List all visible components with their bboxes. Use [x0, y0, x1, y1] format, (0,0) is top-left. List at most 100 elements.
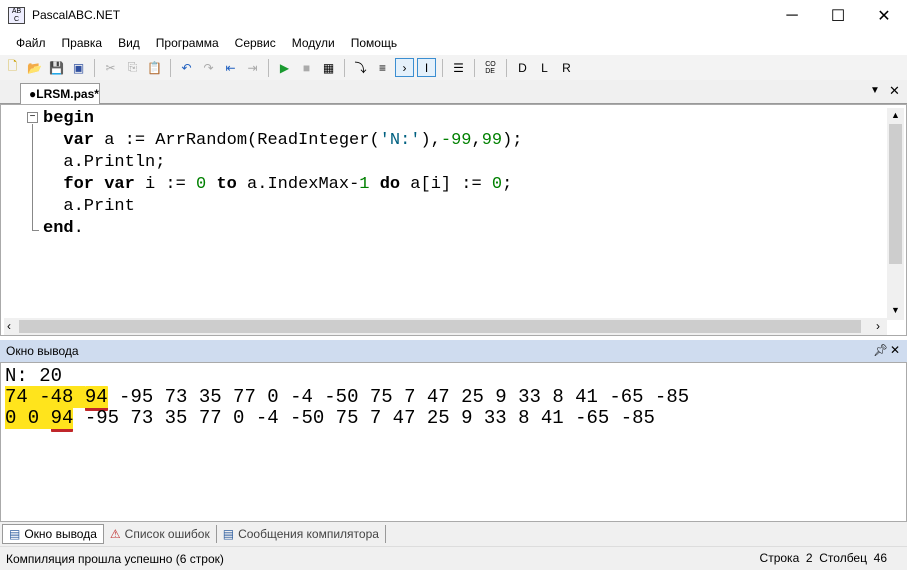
toolbar-separator [94, 58, 95, 77]
compiler-messages-icon: ▤ [222, 527, 235, 541]
scroll-left-icon[interactable]: ‹ [7, 319, 11, 333]
number-literal: 99 [481, 131, 503, 150]
new-file-icon[interactable]: 🗋 [3, 58, 22, 77]
output-panel-title: Окно вывода [6, 344, 79, 358]
tab-output-window[interactable]: ▤ Окно вывода [2, 524, 104, 544]
code-editor[interactable]: − begin var a := ArrRandom(ReadInteger('… [0, 104, 907, 336]
output-prompt: N: 20 [5, 365, 63, 387]
window-title: PascalABC.NET [32, 8, 121, 22]
fold-collapse-icon[interactable]: − [27, 112, 38, 123]
menu-help[interactable]: Помощь [343, 36, 405, 50]
code-token: ; [502, 175, 513, 194]
keyword: var [63, 131, 95, 150]
editor-vertical-scroll-thumb[interactable] [889, 124, 902, 264]
toolbar-separator [268, 58, 269, 77]
unindent-icon[interactable]: ⇤ [221, 58, 240, 77]
save-icon[interactable]: 💾 [47, 58, 66, 77]
console-icon[interactable]: › [395, 58, 414, 77]
keyword: do [379, 175, 401, 194]
output-values: -95 73 35 77 0 -4 -50 75 7 47 25 9 33 8 … [107, 386, 690, 408]
output-line-2: 0 0 94 -95 73 35 77 0 -4 -50 75 7 47 25 … [5, 407, 655, 432]
code-token: a := ArrRandom(ReadInteger( [94, 131, 380, 150]
app-icon: AB C [8, 7, 25, 24]
menu-edit[interactable]: Правка [54, 36, 111, 50]
document-icon[interactable]: ☰ [449, 58, 468, 77]
menu-view[interactable]: Вид [110, 36, 148, 50]
menu-file[interactable]: Файл [8, 36, 54, 50]
keyword: end [43, 219, 74, 238]
tab-label: Сообщения компилятора [238, 527, 379, 541]
code-token: ), [420, 131, 441, 150]
tab-compiler-messages[interactable]: ▤ Сообщения компилятора [217, 525, 386, 543]
scroll-right-icon[interactable]: › [876, 319, 880, 333]
toolbar-separator [442, 58, 443, 77]
keyword: to [216, 175, 237, 194]
minimize-button[interactable]: ─ [769, 0, 815, 31]
undo-icon[interactable]: ↶ [177, 58, 196, 77]
copy-icon[interactable]: ⎘ [123, 58, 142, 77]
form-designer-r-icon[interactable]: R [557, 58, 576, 77]
editor-horizontal-scroll-thumb[interactable] [19, 320, 861, 333]
code-token: a.IndexMax- [236, 175, 360, 194]
code-token: a.Println; [43, 153, 166, 172]
run-icon[interactable]: ▶ [275, 58, 294, 77]
toolbar-separator [170, 58, 171, 77]
output-panel-header: Окно вывода 📌︎ ✕ [0, 340, 907, 362]
indent-icon[interactable]: ⇥ [243, 58, 262, 77]
code-token: . [73, 219, 84, 238]
menu-service[interactable]: Сервис [227, 36, 284, 50]
menu-modules[interactable]: Модули [284, 36, 343, 50]
scroll-up-icon[interactable]: ▲ [891, 110, 900, 120]
maximize-button[interactable]: ☐ [815, 0, 861, 31]
number-literal: 0 [196, 175, 207, 194]
output-line-1: 74 -48 94 -95 73 35 77 0 -4 -50 75 7 47 … [5, 386, 690, 411]
toolbar: 🗋 📂 💾 ▣ ✂ ⎘ 📋 ↶ ↷ ⇤ ⇥ ▶ ■ ▦ ⤵ ≡ › I ☰ CO… [0, 55, 907, 80]
fold-line [32, 124, 33, 231]
title-bar: AB C PascalABC.NET ─ ☐ ✕ [0, 0, 907, 31]
cut-icon[interactable]: ✂ [101, 58, 120, 77]
paste-icon[interactable]: 📋 [145, 58, 164, 77]
code-token: ); [502, 131, 523, 150]
output-window-icon: ▤ [9, 527, 21, 541]
tab-lrsm-pas[interactable]: ●LRSM.pas* [20, 83, 100, 104]
tab-error-list[interactable]: ⚠ Список ошибок [104, 525, 217, 543]
output-window[interactable]: N: 20 74 -48 94 -95 73 35 77 0 -4 -50 75… [0, 362, 907, 522]
close-tab-icon[interactable]: ✕ [889, 83, 900, 99]
scroll-down-icon[interactable]: ▼ [891, 305, 900, 315]
tab-label: Список ошибок [124, 527, 210, 541]
code-line: a.Print [43, 196, 134, 218]
output-values: -95 73 35 77 0 -4 -50 75 7 47 25 9 33 8 … [73, 407, 655, 429]
menu-bar: Файл Правка Вид Программа Сервис Модули … [0, 31, 907, 55]
open-folder-icon[interactable]: 📂 [25, 58, 44, 77]
text-cursor-icon[interactable]: I [417, 58, 436, 77]
tab-list-dropdown-icon[interactable]: ▼ [870, 85, 880, 96]
step-into-icon[interactable]: ⤵ [351, 58, 370, 77]
menu-program[interactable]: Программа [148, 36, 227, 50]
close-output-icon[interactable]: ✕ [890, 343, 900, 357]
code-line: end. [43, 218, 84, 240]
code-token: i := [134, 175, 197, 194]
redo-icon[interactable]: ↷ [199, 58, 218, 77]
close-button[interactable]: ✕ [861, 0, 907, 31]
string-literal: 'N:' [379, 131, 421, 150]
step-over-icon[interactable]: ≡ [373, 58, 392, 77]
stop-icon[interactable]: ■ [297, 58, 316, 77]
form-designer-l-icon[interactable]: L [535, 58, 554, 77]
keyword: var [104, 175, 135, 194]
toolbar-separator [506, 58, 507, 77]
pin-icon[interactable]: 📌︎ [873, 343, 888, 357]
format-icon[interactable]: ▦ [319, 58, 338, 77]
save-all-icon[interactable]: ▣ [69, 58, 88, 77]
toolbar-separator [344, 58, 345, 77]
code-line: a.Println; [43, 152, 165, 174]
form-designer-d-icon[interactable]: D [513, 58, 532, 77]
tab-label: Окно вывода [24, 527, 97, 541]
code-token: a[i] := [400, 175, 492, 194]
code-icon[interactable]: CO DE [481, 58, 500, 77]
code-line: for var i := 0 to a.IndexMax-1 do a[i] :… [43, 174, 512, 196]
error-list-icon: ⚠ [109, 527, 121, 541]
keyword: begin [43, 109, 95, 128]
